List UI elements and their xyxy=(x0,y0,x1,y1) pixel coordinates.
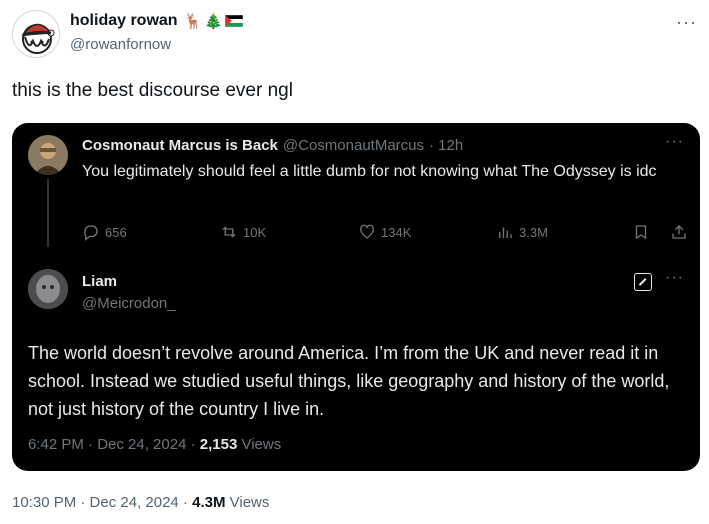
author-avatar[interactable] xyxy=(12,10,60,58)
bookmark-button[interactable] xyxy=(632,223,650,241)
tweet-time[interactable]: 10:30 PM · Dec 24, 2024 · xyxy=(12,494,192,511)
author-handle[interactable]: @rowanfornow xyxy=(70,36,171,53)
share-button[interactable] xyxy=(670,223,688,241)
like-icon xyxy=(360,224,374,239)
quoted-tweet-card[interactable]: Cosmonaut Marcus is Back @CosmonautMarcu… xyxy=(12,123,700,471)
author-name-row: holiday rowan 🦌 🎄 xyxy=(70,12,243,30)
reply-meta: 6:42 PM · Dec 24, 2024 · 2,153 Views xyxy=(28,436,281,453)
repost-button[interactable]: 10K xyxy=(220,223,266,241)
more-icon[interactable]: ··· xyxy=(665,269,684,287)
reply-views-count: 2,153 xyxy=(199,436,238,453)
tweet-views-count: 4.3M xyxy=(192,494,226,511)
tweet-text: this is the best discourse ever ngl xyxy=(12,80,293,101)
thread-line xyxy=(47,179,49,247)
author-name[interactable]: holiday rowan xyxy=(70,12,178,30)
tweet-header: holiday rowan 🦌 🎄 @rowanfornow ··· xyxy=(0,0,709,70)
repost-count: 10K xyxy=(243,224,267,240)
more-icon[interactable]: ··· xyxy=(676,12,697,33)
grok-icon[interactable] xyxy=(634,273,652,291)
quoted-text: You legitimately should feel a little du… xyxy=(82,163,657,180)
like-button[interactable]: 134K xyxy=(358,223,411,241)
author-emojis: 🦌 🎄 xyxy=(184,12,243,30)
views-icon xyxy=(499,227,512,238)
quoted-header: Cosmonaut Marcus is Back @CosmonautMarcu… xyxy=(82,137,463,154)
quoted-author-name[interactable]: Cosmonaut Marcus is Back xyxy=(82,137,278,154)
reply-text: The world doesn’t revolve around America… xyxy=(28,343,670,419)
quoted-author-avatar[interactable] xyxy=(28,135,68,175)
reply-button[interactable]: 656 xyxy=(82,223,127,241)
reply-author-name[interactable]: Liam xyxy=(82,273,117,290)
like-count: 134K xyxy=(381,224,412,240)
share-icon xyxy=(672,225,686,239)
repost-icon xyxy=(222,226,236,238)
bookmark-icon xyxy=(635,225,647,240)
tree-emoji: 🎄 xyxy=(204,13,223,30)
reply-author-handle[interactable]: @Meicrodon_ xyxy=(82,295,176,312)
views-button[interactable]: 3.3M xyxy=(496,223,548,241)
quoted-actions: 656 10K 134K 3.3M xyxy=(82,223,690,247)
reply-time[interactable]: 6:42 PM · Dec 24, 2024 · xyxy=(28,436,200,453)
tweet-views-label: Views xyxy=(225,494,270,511)
quoted-age[interactable]: · 12h xyxy=(429,137,463,154)
tweet-meta: 10:30 PM · Dec 24, 2024 · 4.3M Views xyxy=(12,494,269,511)
quoted-author-handle[interactable]: @CosmonautMarcus xyxy=(283,137,424,154)
palestine-flag-icon xyxy=(224,15,243,27)
more-icon[interactable]: ··· xyxy=(665,133,684,151)
reply-views-label: Views xyxy=(237,436,282,453)
reindeer-emoji: 🦌 xyxy=(183,13,203,30)
reply-icon xyxy=(84,225,98,241)
views-count: 3.3M xyxy=(519,224,548,240)
reply-count: 656 xyxy=(105,224,127,240)
reply-author-avatar[interactable] xyxy=(28,269,68,309)
